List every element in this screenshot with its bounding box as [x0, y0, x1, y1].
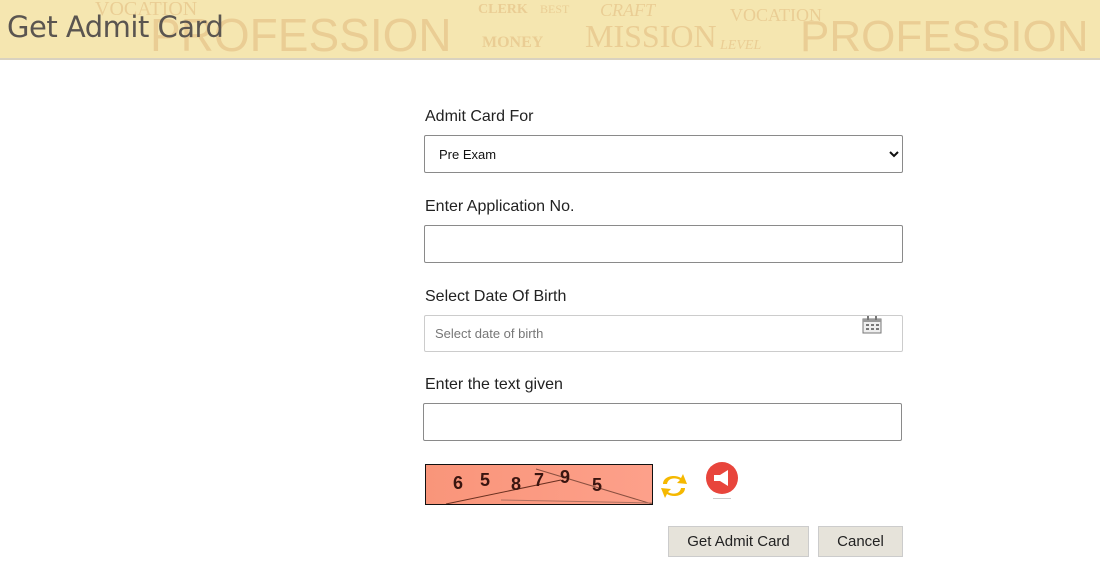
application-no-input[interactable]	[424, 225, 903, 263]
captcha-digit: 9	[560, 467, 571, 487]
page-header-banner: VOCATION PROFESSION CLERK BEST MONEY MIS…	[0, 0, 1100, 60]
get-admit-card-button[interactable]: Get Admit Card	[668, 526, 809, 557]
captcha-text-input[interactable]	[423, 403, 902, 441]
dob-input[interactable]: Select date of birth	[424, 315, 903, 352]
banner-bg-word: CRAFT	[600, 0, 656, 20]
captcha-digit: 7	[534, 470, 545, 490]
captcha-image: 6 5 8 7 9 5	[425, 464, 653, 505]
banner-bg-word: MONEY	[482, 34, 544, 51]
dob-placeholder: Select date of birth	[435, 326, 544, 341]
calendar-icon[interactable]	[862, 316, 882, 334]
banner-bg-word: BEST	[540, 2, 570, 16]
refresh-icon[interactable]	[659, 470, 689, 502]
banner-bg-word: LEVEL	[720, 38, 762, 53]
admit-card-for-select[interactable]: Pre Exam	[424, 135, 903, 173]
banner-bg-word: CLERK	[478, 2, 528, 17]
banner-bg-word: MISSION	[585, 18, 717, 54]
application-no-label: Enter Application No.	[425, 198, 575, 215]
admit-card-for-label: Admit Card For	[425, 108, 534, 125]
captcha-digit: 6	[453, 473, 464, 493]
banner-bg-word: PROFESSION	[800, 12, 1089, 60]
captcha-digit: 8	[511, 474, 522, 494]
captcha-digit: 5	[592, 475, 603, 495]
dob-label: Select Date Of Birth	[425, 288, 567, 305]
captcha-text-label: Enter the text given	[425, 376, 563, 393]
page-title: Get Admit Card	[7, 10, 224, 44]
captcha-digit: 5	[480, 470, 491, 490]
cancel-button[interactable]: Cancel	[818, 526, 903, 557]
audio-icon[interactable]	[704, 461, 740, 501]
